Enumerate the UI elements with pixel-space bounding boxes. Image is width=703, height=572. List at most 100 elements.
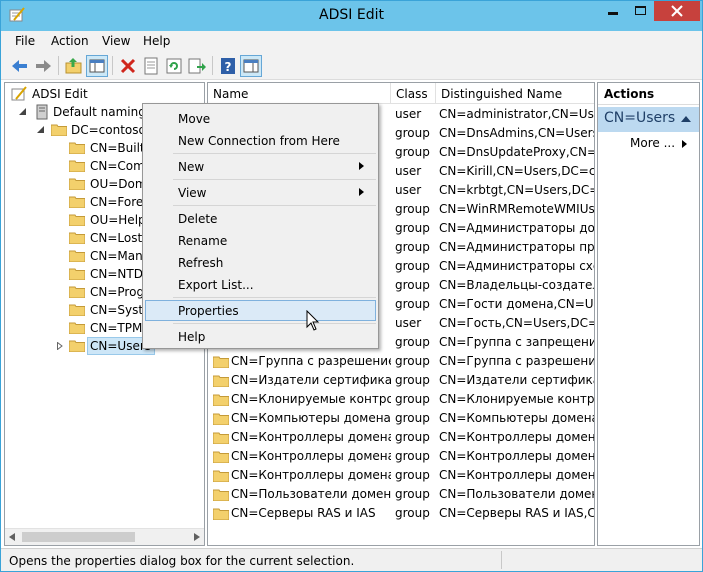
export-list-icon xyxy=(188,58,206,74)
expanded-arrow-icon[interactable] xyxy=(19,108,26,115)
list-cell-name: CN=Издатели сертификатов xyxy=(231,373,391,387)
minimize-icon xyxy=(608,12,618,15)
list-item[interactable]: CN=Издатели сертификатов group CN=Издатели… xyxy=(208,371,594,390)
show-hide-action-pane-button[interactable] xyxy=(240,55,262,77)
menu-item-properties[interactable]: Properties xyxy=(145,300,376,321)
folder-icon xyxy=(51,124,67,136)
refresh-button[interactable] xyxy=(163,55,185,77)
menu-help[interactable]: Help xyxy=(143,34,170,48)
forward-button[interactable] xyxy=(32,55,54,77)
list-item[interactable]: CN=Контроллеры домена... group CN=Контролл… xyxy=(208,466,594,485)
collapsed-arrow-icon[interactable] xyxy=(57,342,63,350)
back-button[interactable] xyxy=(9,55,31,77)
menu-item-new-connection[interactable]: New Connection from Here xyxy=(145,130,376,151)
tree-horizontal-scrollbar[interactable] xyxy=(5,528,204,545)
list-item[interactable]: CN=Серверы RAS и IAS group CN=Серверы RAS … xyxy=(208,504,595,523)
help-button[interactable]: ? xyxy=(217,55,239,77)
menu-item-label: Help xyxy=(178,330,206,344)
folder-icon xyxy=(69,250,85,262)
back-icon xyxy=(12,60,27,72)
menu-item-view[interactable]: View xyxy=(145,182,376,203)
toolbar: ? xyxy=(1,51,702,80)
list-cell-name: CN=Контроллеры домена xyxy=(231,430,391,444)
list-cell-distinguished-name: CN=DnsUpdateProxy,CN=Us xyxy=(439,145,595,159)
menu-separator xyxy=(173,205,376,206)
status-text: Opens the properties dialog box for the … xyxy=(9,554,355,568)
close-icon xyxy=(671,5,683,17)
tree-item-label: Default naming c xyxy=(53,105,157,119)
menu-action[interactable]: Action xyxy=(51,34,89,48)
list-item[interactable]: CN=Группа с разрешение group CN=Группа с р… xyxy=(208,352,594,371)
tree-item-adsi-edit[interactable]: ADSI Edit xyxy=(9,85,199,103)
tree-item-label: ADSI Edit xyxy=(32,87,88,101)
status-bar: Opens the properties dialog box for the … xyxy=(1,548,702,571)
svg-text:?: ? xyxy=(225,60,232,74)
delete-button[interactable] xyxy=(117,55,139,77)
column-header-name[interactable]: Name xyxy=(208,83,391,104)
menu-item-new[interactable]: New xyxy=(145,156,376,177)
menu-item-help[interactable]: Help xyxy=(145,326,376,347)
collapse-up-icon[interactable] xyxy=(681,116,691,122)
group-icon xyxy=(213,432,229,444)
menu-separator xyxy=(173,323,376,324)
actions-group-cn-users[interactable]: CN=Users xyxy=(598,107,699,132)
window-title: ADSI Edit xyxy=(319,7,384,23)
menu-item-label: Delete xyxy=(178,212,218,226)
column-header-class[interactable]: Class xyxy=(391,83,436,104)
column-header-label: Class xyxy=(396,87,428,101)
list-cell-class: group xyxy=(395,221,430,235)
list-cell-class: group xyxy=(395,392,430,406)
up-folder-button[interactable] xyxy=(63,55,85,77)
group-icon xyxy=(213,375,229,387)
properties-page-icon xyxy=(144,57,158,75)
forward-icon xyxy=(36,60,51,72)
menu-bar: File Action View Help xyxy=(1,31,702,51)
list-cell-distinguished-name: CN=Серверы RAS и IAS,CN xyxy=(439,506,595,520)
toolbar-separator xyxy=(58,56,59,75)
list-cell-distinguished-name: CN=Компьютеры домена,C xyxy=(439,411,595,425)
list-cell-class: group xyxy=(395,335,430,349)
mouse-cursor-icon xyxy=(306,310,320,331)
folder-icon xyxy=(69,160,85,172)
list-item[interactable]: CN=Компьютеры домена group CN=Компьютеры д… xyxy=(208,409,595,428)
tree-item-label: CN=Progi xyxy=(90,285,148,299)
status-divider xyxy=(501,551,502,569)
list-item[interactable]: CN=Клонируемые контро... group CN=Клонируе… xyxy=(208,390,595,409)
submenu-arrow-icon xyxy=(359,188,364,196)
actions-header-label: Actions xyxy=(604,87,655,101)
close-button[interactable] xyxy=(654,1,700,21)
minimize-button[interactable] xyxy=(599,1,627,21)
refresh-icon xyxy=(166,58,182,74)
expanded-arrow-icon[interactable] xyxy=(37,126,44,133)
maximize-button[interactable] xyxy=(627,1,654,21)
list-cell-class: group xyxy=(395,449,430,463)
export-list-button[interactable] xyxy=(186,55,208,77)
menu-view[interactable]: View xyxy=(102,34,130,48)
show-hide-console-tree-button[interactable] xyxy=(86,55,108,77)
tree-item-label: CN=Builti xyxy=(90,141,148,155)
menu-item-delete[interactable]: Delete xyxy=(145,208,376,229)
menu-item-export-list[interactable]: Export List... xyxy=(145,274,376,295)
column-header-label: Name xyxy=(213,87,249,101)
folder-icon xyxy=(69,304,85,316)
menu-file[interactable]: File xyxy=(15,34,35,48)
column-header-distinguished-name[interactable]: Distinguished Name xyxy=(436,83,594,104)
list-item[interactable]: CN=Пользователи домена group CN=Пользовате… xyxy=(208,485,594,504)
menu-item-move[interactable]: Move xyxy=(145,108,376,129)
column-header-label: Distinguished Name xyxy=(441,87,563,101)
scrollbar-thumb[interactable] xyxy=(22,532,135,542)
properties-page-button[interactable] xyxy=(140,55,162,77)
adsi-edit-window: ADSI Edit File Action View Help ? ADSI E… xyxy=(0,0,703,572)
list-item[interactable]: CN=Контроллеры домена... group CN=Контролл… xyxy=(208,447,594,466)
scroll-left-icon[interactable] xyxy=(9,533,15,541)
list-cell-distinguished-name: CN=Клонируемые контрол xyxy=(439,392,595,406)
title-bar[interactable]: ADSI Edit xyxy=(1,1,702,31)
group-icon xyxy=(213,489,229,501)
menu-item-refresh[interactable]: Refresh xyxy=(145,252,376,273)
list-cell-class: group xyxy=(395,430,430,444)
list-item[interactable]: CN=Контроллеры домена group CN=Контроллеры… xyxy=(208,428,594,447)
scroll-right-icon[interactable] xyxy=(194,533,200,541)
menu-item-rename[interactable]: Rename xyxy=(145,230,376,251)
actions-more-link[interactable]: More ... xyxy=(630,136,675,150)
submenu-arrow-icon xyxy=(359,162,364,170)
